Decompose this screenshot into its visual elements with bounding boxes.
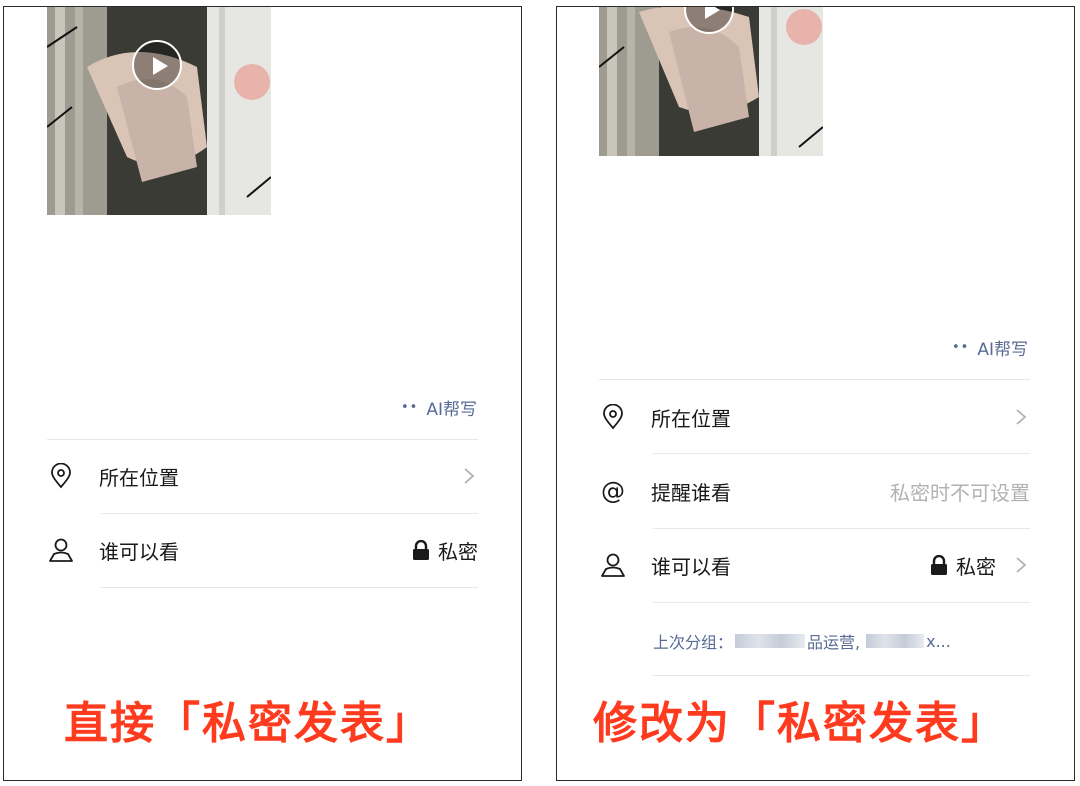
mention-label: 提醒谁看	[651, 480, 731, 505]
chevron-right-icon	[1016, 409, 1027, 425]
ai-help-label: AI帮写	[977, 340, 1028, 360]
visibility-row[interactable]: 谁可以看 私密	[47, 514, 478, 586]
divider	[653, 675, 1030, 676]
right-panel: •• AI帮写 所在位置 @ 提醒谁看 私密时不可设置 谁可以看 私密 上次分组…	[556, 6, 1075, 781]
location-label: 所在位置	[99, 465, 179, 490]
location-pin-icon	[599, 403, 627, 431]
location-label: 所在位置	[651, 406, 731, 431]
caption: 直接「私密发表」	[64, 698, 432, 749]
location-pin-icon	[47, 462, 75, 490]
visibility-label: 谁可以看	[651, 554, 731, 579]
left-panel: •• AI帮写 所在位置 谁可以看 私密 直接「私密发表」	[3, 6, 522, 781]
person-icon	[47, 536, 75, 564]
sparkle-dots-icon: ••	[952, 340, 970, 355]
lock-icon	[413, 540, 429, 560]
visibility-row[interactable]: 谁可以看 私密	[599, 529, 1030, 601]
location-row[interactable]: 所在位置	[47, 440, 478, 512]
redacted-text	[735, 634, 806, 648]
ai-help-link[interactable]: •• AI帮写	[952, 335, 1028, 360]
chevron-right-icon	[1016, 557, 1027, 573]
caption: 修改为「私密发表」	[593, 698, 1007, 749]
ai-help-link[interactable]: •• AI帮写	[401, 395, 477, 420]
last-group-hint[interactable]: 上次分组： 品运营, x...	[653, 629, 951, 653]
at-sign-icon: @	[601, 477, 625, 505]
redacted-text	[866, 634, 925, 648]
divider	[599, 379, 1030, 380]
person-icon	[599, 551, 627, 579]
video-thumbnail[interactable]	[47, 7, 271, 215]
ai-help-label: AI帮写	[426, 400, 477, 420]
play-icon[interactable]	[132, 40, 182, 90]
sparkle-dots-icon: ••	[401, 400, 419, 415]
mention-row: @ 提醒谁看 私密时不可设置	[599, 455, 1030, 527]
last-group-suffix: x...	[926, 631, 951, 651]
last-group-prefix: 上次分组：	[653, 633, 734, 652]
lock-icon	[931, 555, 947, 575]
divider	[653, 453, 1030, 454]
visibility-value: 私密	[438, 539, 478, 564]
chevron-right-icon	[464, 468, 475, 484]
divider	[101, 587, 478, 588]
divider	[653, 602, 1030, 603]
visibility-value: 私密	[956, 554, 996, 579]
visibility-label: 谁可以看	[99, 539, 179, 564]
video-thumbnail[interactable]	[599, 7, 823, 156]
location-row[interactable]: 所在位置	[599, 381, 1030, 453]
mention-disabled-note: 私密时不可设置	[890, 480, 1030, 505]
last-group-name: 品运营,	[807, 633, 861, 652]
